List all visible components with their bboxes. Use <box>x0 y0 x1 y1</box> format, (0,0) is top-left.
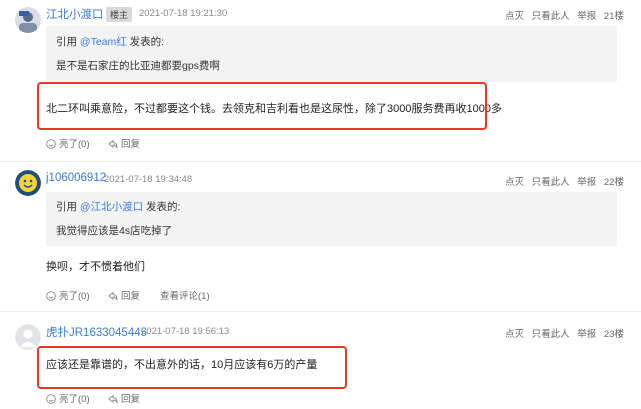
like-icon <box>46 291 56 301</box>
floor-number: 22楼 <box>603 177 624 188</box>
report-link[interactable]: 举报 <box>577 177 596 188</box>
username[interactable]: 江北小渡口 <box>46 6 104 22</box>
reply-icon <box>108 291 118 301</box>
dislike-link[interactable]: 点灭 <box>505 11 524 22</box>
reply-button[interactable]: 回复 <box>108 136 140 150</box>
avatar-default-icon <box>15 324 41 350</box>
post-content: 换呗，才不惯着他们 <box>46 261 145 273</box>
dislike-link[interactable]: 点灭 <box>505 329 524 340</box>
quote-user-link[interactable]: @Team红 <box>80 36 127 48</box>
username[interactable]: 虎扑JR1633045445 <box>46 324 147 340</box>
report-link[interactable]: 举报 <box>577 329 596 340</box>
only-view-author-link[interactable]: 只看此人 <box>532 177 570 188</box>
avatar-jiangbei-icon <box>15 7 41 33</box>
post-21: 江北小渡口 楼主 2021-07-18 19:21:30 点灭 只看此人 举报 … <box>0 0 641 160</box>
op-badge: 楼主 <box>106 7 133 22</box>
like-button[interactable]: 亮了(0) <box>46 136 90 150</box>
quote-text: 我觉得应该是4s店吃掉了 <box>56 225 173 237</box>
post-time: 2021-07-18 19:34:48 <box>104 174 193 185</box>
username[interactable]: j106006912 <box>46 172 106 184</box>
highlight-box <box>37 346 347 389</box>
post-22: j106006912 2021-07-18 19:34:48 点灭 只看此人 举… <box>0 162 641 310</box>
post-actions: 点灭 只看此人 举报 23楼 <box>500 326 624 340</box>
avatar[interactable] <box>15 170 41 196</box>
quote-user-link[interactable]: @江北小渡口 <box>80 201 143 213</box>
post-23: 虎扑JR1633045445 2021-07-18 19:56:13 点灭 只看… <box>0 312 641 409</box>
only-view-author-link[interactable]: 只看此人 <box>532 329 570 340</box>
quote-block: 引用 @江北小渡口 发表的: 我觉得应该是4s店吃掉了 <box>46 192 617 246</box>
avatar[interactable] <box>15 324 41 350</box>
view-comments-link[interactable]: 查看评论(1) <box>160 288 210 302</box>
quote-header: 引用 @Team红 发表的: <box>56 36 165 48</box>
post-time: 2021-07-18 19:21:30 <box>139 8 228 19</box>
post-actions: 点灭 只看此人 举报 21楼 <box>500 8 624 22</box>
avatar-smiley-icon <box>15 170 41 196</box>
post-time: 2021-07-18 19:56:13 <box>141 326 230 337</box>
like-icon <box>46 139 56 149</box>
highlight-box <box>37 82 487 130</box>
reply-icon <box>108 139 118 149</box>
quote-text: 是不是石家庄的比亚迪都要gps费啊 <box>56 60 220 72</box>
like-button[interactable]: 亮了(0) <box>46 288 90 302</box>
reply-button[interactable]: 回复 <box>108 288 140 302</box>
dislike-link[interactable]: 点灭 <box>505 177 524 188</box>
quote-block: 引用 @Team红 发表的: 是不是石家庄的比亚迪都要gps费啊 <box>46 26 617 82</box>
floor-number: 23楼 <box>603 329 624 340</box>
like-button[interactable]: 亮了(0) <box>46 391 90 405</box>
post-actions: 点灭 只看此人 举报 22楼 <box>500 174 624 188</box>
reply-button[interactable]: 回复 <box>108 391 140 405</box>
reply-icon <box>108 394 118 404</box>
only-view-author-link[interactable]: 只看此人 <box>532 11 570 22</box>
avatar[interactable] <box>15 7 41 33</box>
report-link[interactable]: 举报 <box>577 11 596 22</box>
quote-header: 引用 @江北小渡口 发表的: <box>56 201 181 213</box>
floor-number: 21楼 <box>603 11 624 22</box>
like-icon <box>46 394 56 404</box>
